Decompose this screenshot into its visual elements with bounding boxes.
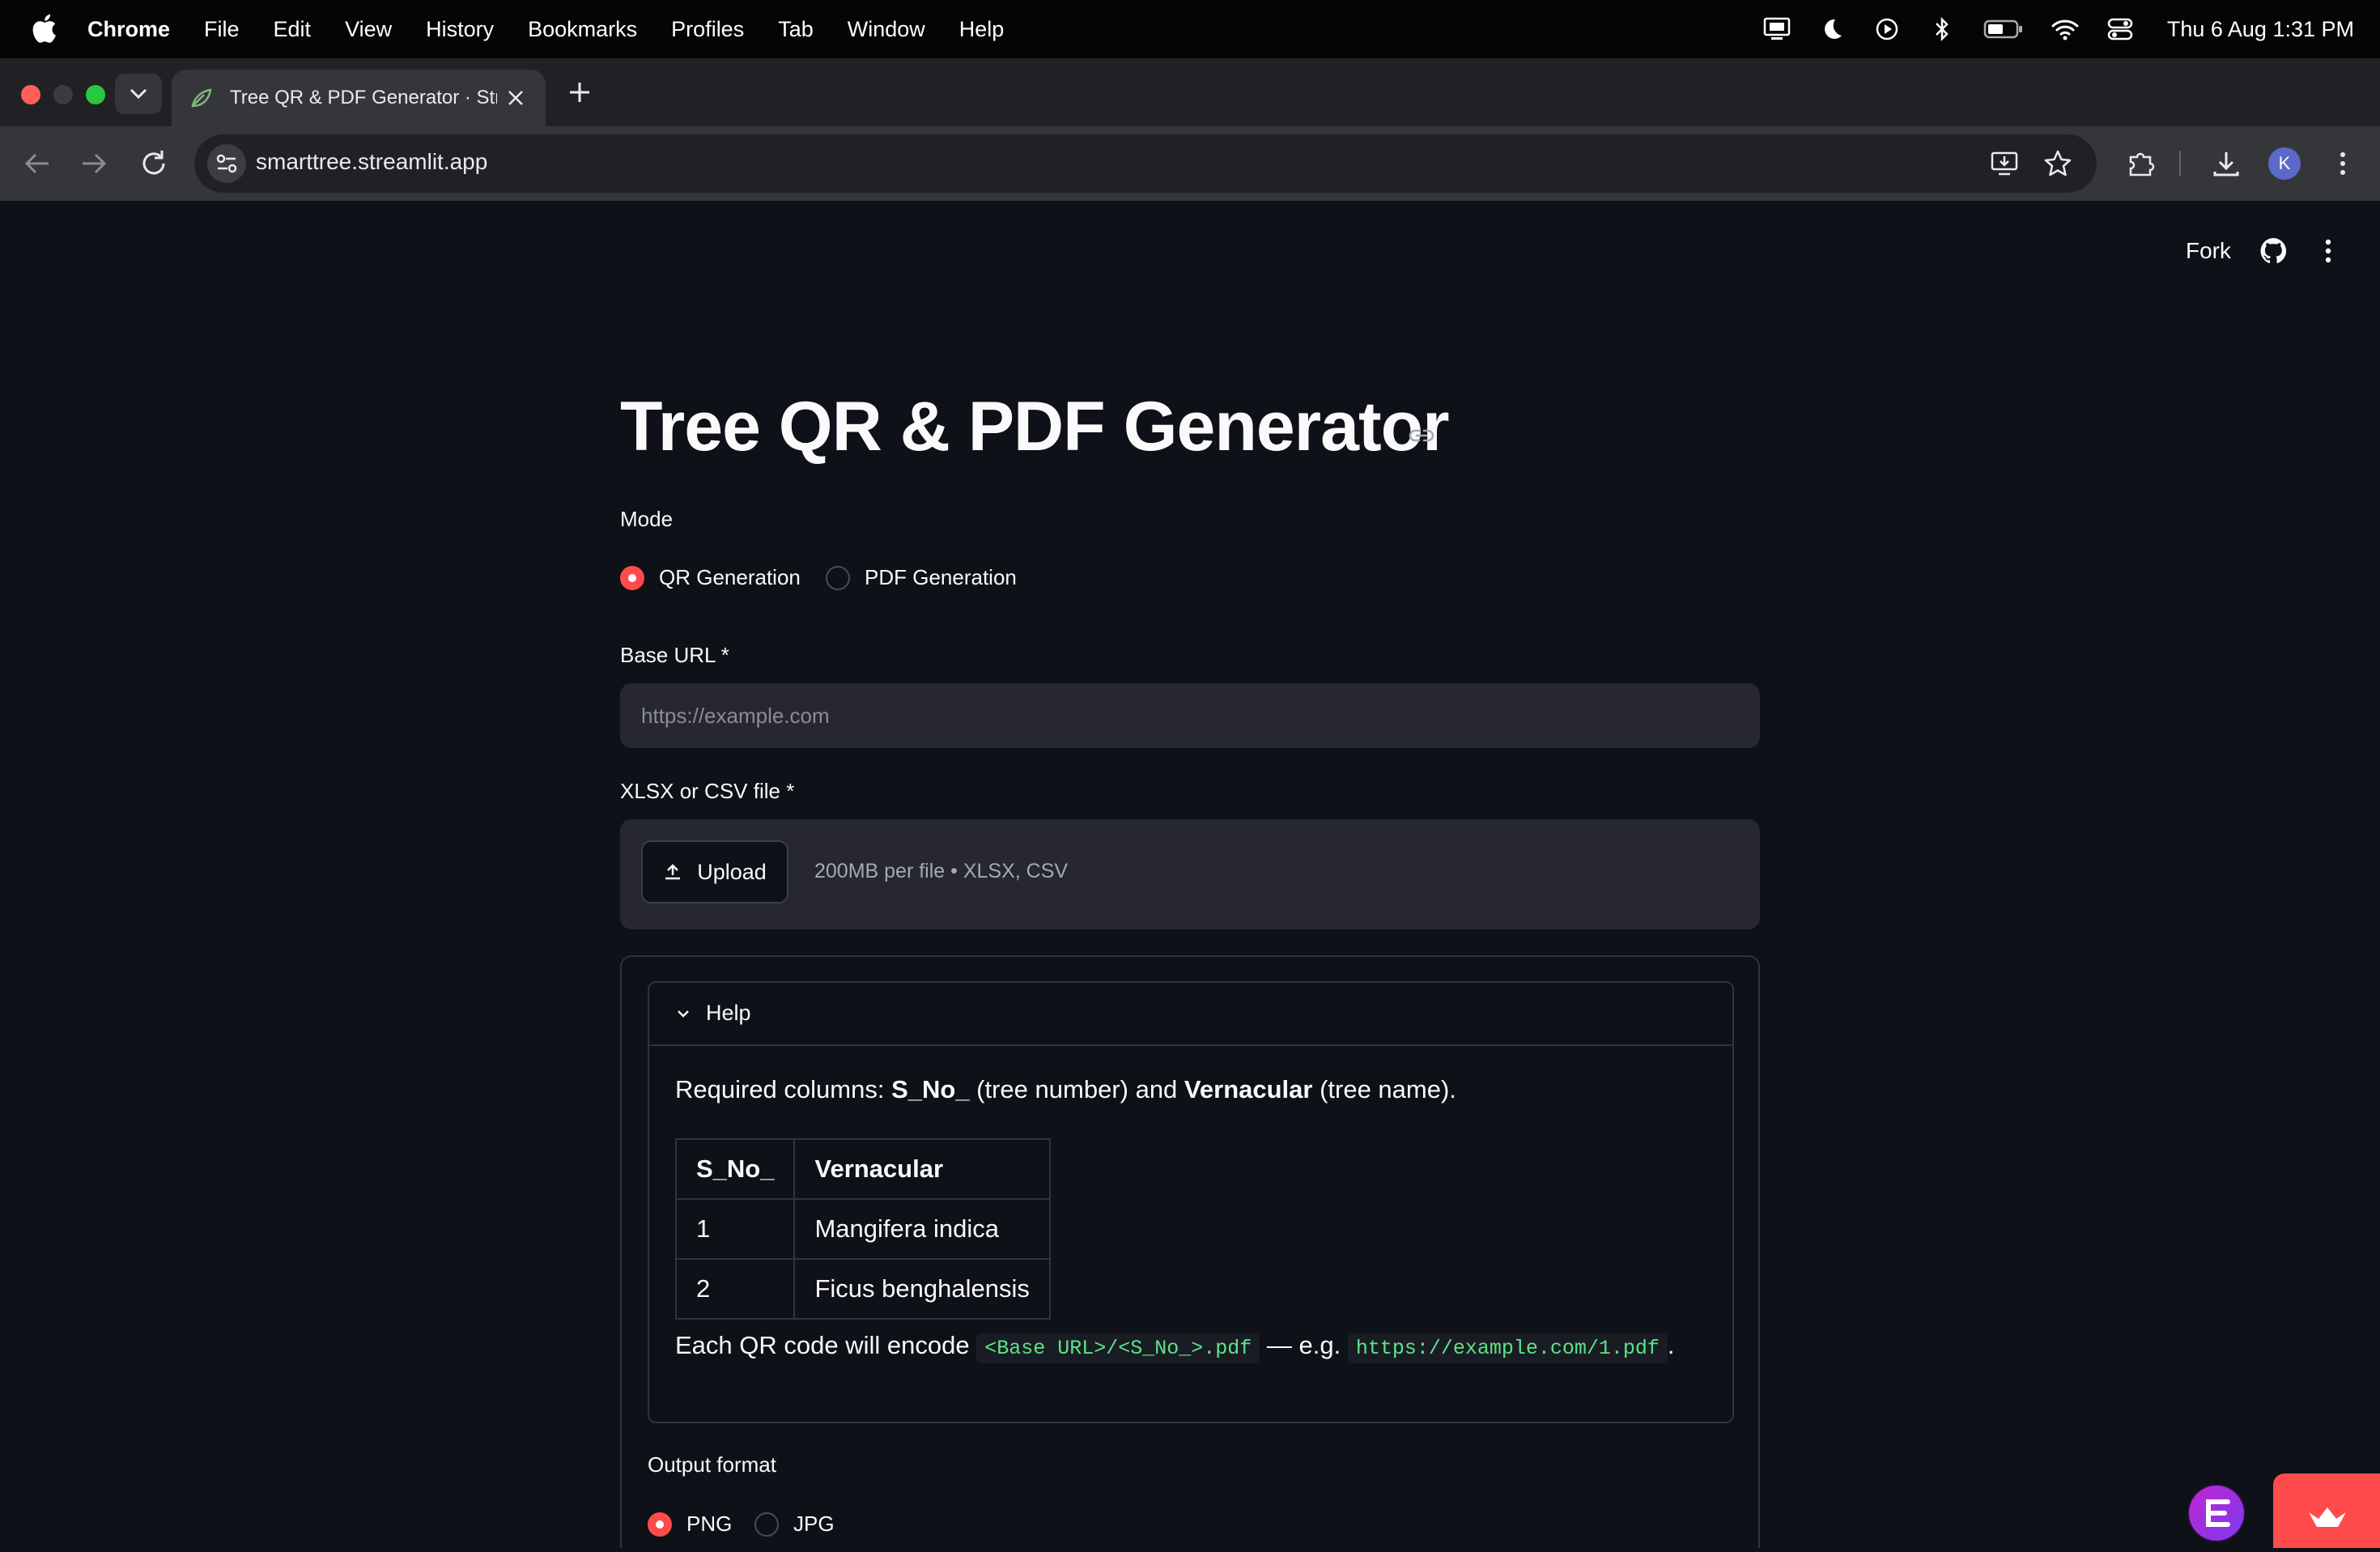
mode-radio-pdf[interactable] bbox=[826, 566, 850, 590]
tab-close-icon[interactable] bbox=[505, 87, 526, 108]
macos-menubar: Chrome File Edit View History Bookmarks … bbox=[0, 0, 2380, 58]
help-expander: Help Required columns: S_No_ (tree numbe… bbox=[648, 981, 1734, 1423]
menu-history[interactable]: History bbox=[426, 17, 494, 42]
forward-arrow-icon[interactable] bbox=[78, 147, 110, 180]
required-columns-text: Required columns: S_No_ (tree number) an… bbox=[675, 1075, 1456, 1103]
bluetooth-icon[interactable] bbox=[1927, 15, 1957, 44]
table-cell: 2 bbox=[674, 1258, 796, 1320]
menu-profiles[interactable]: Profiles bbox=[671, 17, 744, 42]
mode-label: Mode bbox=[620, 507, 674, 531]
mode-radio-qr[interactable] bbox=[620, 566, 644, 590]
streamlit-crown-badge[interactable] bbox=[2273, 1473, 2380, 1548]
encode-pattern-code: <Base URL>/<S_No_>.pdf bbox=[976, 1333, 1260, 1363]
form-container: Help Required columns: S_No_ (tree numbe… bbox=[620, 955, 1760, 1548]
window-close-button[interactable] bbox=[21, 85, 40, 104]
file-upload-label: XLSX or CSV file * bbox=[620, 779, 795, 803]
output-option-jpg-label[interactable]: JPG bbox=[793, 1512, 835, 1537]
chrome-menu-kebab-icon[interactable] bbox=[2327, 147, 2359, 180]
bookmark-star-icon[interactable] bbox=[2043, 149, 2072, 178]
moon-icon[interactable] bbox=[1817, 15, 1847, 44]
display-icon[interactable] bbox=[1762, 15, 1791, 44]
required-col-vernacular: Vernacular bbox=[1184, 1075, 1313, 1103]
table-row: 1 Mangifera indica bbox=[674, 1198, 1051, 1260]
example-table: S_No_ Vernacular 1 Mangifera indica 2 Fi… bbox=[674, 1138, 1051, 1320]
required-col-sno: S_No_ bbox=[891, 1075, 970, 1103]
table-header-row: S_No_ Vernacular bbox=[674, 1138, 1051, 1200]
menu-tab[interactable]: Tab bbox=[778, 17, 814, 42]
base-url-label: Base URL * bbox=[620, 643, 729, 667]
floating-e-badge-icon[interactable] bbox=[2187, 1484, 2246, 1542]
window-minimize-button[interactable] bbox=[53, 85, 73, 104]
menu-app-chrome[interactable]: Chrome bbox=[87, 17, 170, 42]
battery-icon[interactable] bbox=[1983, 15, 2025, 44]
browser-tab-active[interactable]: Tree QR & PDF Generator · Streamlit bbox=[172, 70, 546, 126]
chevron-down-icon bbox=[678, 1010, 689, 1018]
table-header-cell: S_No_ bbox=[674, 1138, 796, 1200]
table-cell: 1 bbox=[674, 1198, 796, 1260]
menu-file[interactable]: File bbox=[204, 17, 240, 42]
upload-button-label: Upload bbox=[697, 859, 767, 884]
window-zoom-button[interactable] bbox=[86, 85, 105, 104]
toolbar-divider bbox=[2179, 151, 2181, 176]
file-upload-hint: 200MB per file • XLSX, CSV bbox=[814, 860, 1069, 882]
file-dropzone[interactable]: Upload 200MB per file • XLSX, CSV bbox=[620, 819, 1760, 929]
output-radio-png[interactable] bbox=[648, 1512, 672, 1537]
output-radio-jpg[interactable] bbox=[754, 1512, 779, 1537]
menu-help[interactable]: Help bbox=[959, 17, 1005, 42]
streamlit-page: Fork Tree QR & PDF Generator Mode QR Gen… bbox=[0, 201, 2380, 1548]
menubar-clock[interactable]: Thu 6 Aug 1:31 PM bbox=[2167, 17, 2354, 42]
base-url-input[interactable] bbox=[620, 683, 1760, 748]
table-row: 2 Ficus benghalensis bbox=[674, 1258, 1051, 1320]
menu-bookmarks[interactable]: Bookmarks bbox=[528, 17, 637, 42]
profile-avatar[interactable]: K bbox=[2268, 147, 2301, 180]
help-expander-header[interactable]: Help bbox=[649, 983, 1732, 1046]
mode-option-pdf-label[interactable]: PDF Generation bbox=[865, 565, 1017, 590]
help-expander-title: Help bbox=[706, 1001, 751, 1025]
menu-view[interactable]: View bbox=[345, 17, 392, 42]
new-tab-plus-icon[interactable] bbox=[567, 79, 593, 105]
github-icon[interactable] bbox=[2259, 236, 2288, 266]
play-circle-icon[interactable] bbox=[1872, 15, 1902, 44]
install-app-icon[interactable] bbox=[1990, 149, 2019, 178]
table-cell: Mangifera indica bbox=[793, 1198, 1051, 1260]
control-center-icon[interactable] bbox=[2106, 15, 2135, 44]
encode-description: Each QR code will encode <Base URL>/<S_N… bbox=[675, 1331, 1675, 1363]
mode-option-qr-label[interactable]: QR Generation bbox=[659, 565, 801, 590]
output-format-label: Output format bbox=[648, 1452, 776, 1477]
extensions-puzzle-icon[interactable] bbox=[2124, 147, 2157, 180]
reload-icon[interactable] bbox=[138, 147, 170, 180]
table-header-cell: Vernacular bbox=[793, 1138, 1051, 1200]
downloads-icon[interactable] bbox=[2210, 147, 2242, 180]
crown-icon bbox=[2309, 1507, 2346, 1527]
upload-button[interactable]: Upload bbox=[641, 840, 788, 904]
tab-title: Tree QR & PDF Generator · Streamlit bbox=[230, 87, 497, 108]
address-bar-url[interactable]: smarttree.streamlit.app bbox=[256, 149, 487, 175]
tab-search-button[interactable] bbox=[115, 74, 162, 114]
streamlit-leaf-favicon-icon bbox=[191, 88, 212, 108]
menu-window[interactable]: Window bbox=[848, 17, 925, 42]
address-bar[interactable]: smarttree.streamlit.app bbox=[194, 134, 2097, 193]
menu-edit[interactable]: Edit bbox=[274, 17, 312, 42]
apple-logo-icon[interactable] bbox=[32, 13, 57, 44]
base-url-field[interactable] bbox=[620, 683, 1760, 748]
fork-link[interactable]: Fork bbox=[2186, 238, 2231, 264]
app-menu-kebab-icon[interactable] bbox=[2314, 236, 2343, 266]
menubar-status-area: Thu 6 Aug 1:31 PM bbox=[1736, 0, 2354, 58]
site-info-tune-icon[interactable] bbox=[207, 144, 246, 183]
table-cell: Ficus benghalensis bbox=[793, 1258, 1051, 1320]
output-option-png-label[interactable]: PNG bbox=[686, 1512, 732, 1537]
upload-icon bbox=[665, 864, 681, 880]
wifi-icon[interactable] bbox=[2051, 15, 2080, 44]
back-arrow-icon[interactable] bbox=[21, 147, 53, 180]
anchor-link-icon[interactable] bbox=[1407, 421, 1436, 450]
chevron-down-icon bbox=[130, 88, 147, 100]
menubar-menus: Chrome File Edit View History Bookmarks … bbox=[87, 0, 1038, 58]
page-title: Tree QR & PDF Generator bbox=[620, 388, 1450, 466]
encode-example-code: https://example.com/1.pdf bbox=[1347, 1333, 1668, 1363]
